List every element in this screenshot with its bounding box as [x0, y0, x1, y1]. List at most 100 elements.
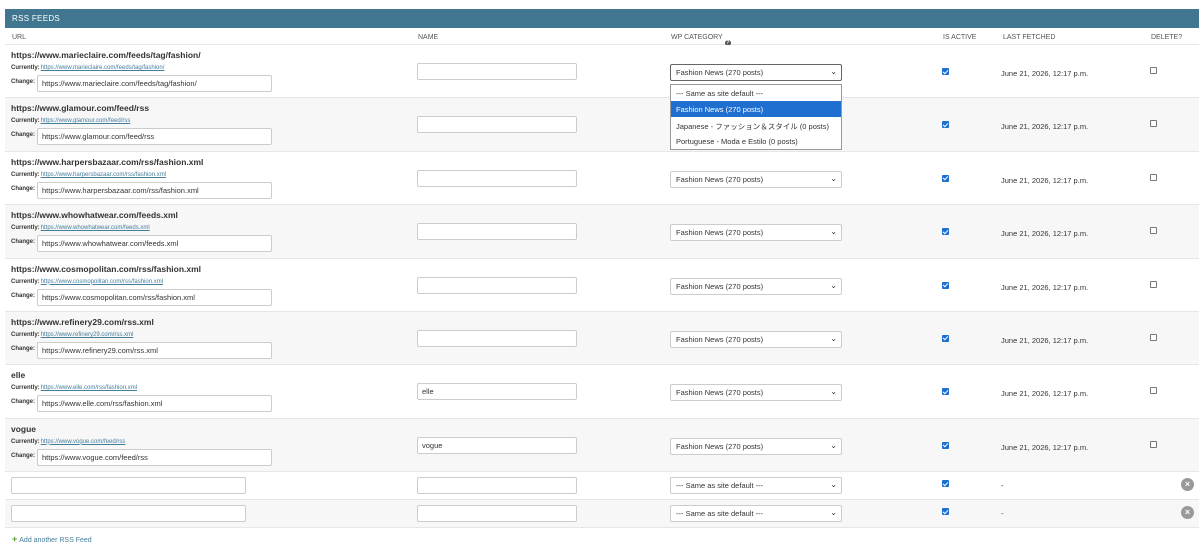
name-input[interactable] — [417, 63, 577, 80]
currently-label: Currently: — [11, 438, 40, 445]
wp-category-select[interactable]: Fashion News (270 posts) ⌄ — [670, 170, 842, 188]
delete-checkbox[interactable] — [1150, 280, 1157, 288]
delete-checkbox[interactable] — [1150, 120, 1157, 128]
feed-title: https://www.refinery29.com/rss.xml — [11, 316, 154, 327]
last-fetched: June 21, 2026, 12:17 p.m. — [1001, 389, 1089, 399]
delete-checkbox[interactable] — [1150, 173, 1157, 181]
feed-title: https://www.marieclaire.com/feeds/tag/fa… — [11, 50, 201, 60]
wp-category-select[interactable]: Fashion News (270 posts) ⌄ — [670, 384, 842, 402]
delete-checkbox[interactable] — [1150, 67, 1157, 74]
url-input[interactable] — [11, 505, 246, 523]
wp-category-select[interactable]: --- Same as site default --- ⌄ — [670, 477, 842, 495]
dropdown-option[interactable]: Portuguese - Moda e Estilo (0 posts) — [671, 133, 841, 149]
currently-link[interactable]: https://www.whowhatwear.com/feeds.xml — [41, 225, 150, 231]
is-active-checkbox[interactable] — [942, 388, 949, 396]
last-fetched: June 21, 2026, 12:17 p.m. — [1001, 229, 1089, 239]
currently-line: Currently:https://www.elle.com/rss/fashi… — [11, 385, 137, 391]
name-input[interactable] — [417, 477, 577, 495]
url-change-input[interactable]: https://www.vogue.com/feed/rss — [37, 448, 272, 466]
name-input[interactable] — [417, 505, 577, 523]
table-row: https://www.whowhatwear.com/feeds.xml Cur… — [5, 205, 1199, 259]
is-active-checkbox[interactable] — [942, 121, 949, 129]
is-active-checkbox[interactable] — [942, 281, 949, 289]
wp-category-select[interactable]: Fashion News (270 posts) ⌄ — [670, 437, 842, 455]
is-active-checkbox[interactable] — [942, 174, 949, 182]
is-active-checkbox[interactable] — [942, 508, 949, 516]
chevron-down-icon: ⌄ — [830, 227, 837, 237]
is-active-checkbox[interactable] — [942, 228, 949, 236]
is-active-checkbox[interactable] — [942, 441, 949, 449]
delete-checkbox[interactable] — [1150, 227, 1157, 235]
currently-link[interactable]: https://www.marieclaire.com/feeds/tag/fa… — [41, 65, 165, 71]
url-change-input[interactable]: https://www.harpersbazaar.com/rss/fashio… — [37, 181, 272, 199]
select-value: Fashion News (270 posts) — [676, 388, 764, 398]
name-input[interactable] — [417, 169, 577, 187]
is-active-checkbox[interactable] — [942, 334, 949, 342]
wp-category-select[interactable]: --- Same as site default --- ⌄ — [670, 505, 842, 523]
delete-checkbox[interactable] — [1150, 440, 1157, 448]
add-row: + Add another RSS Feed — [5, 528, 1199, 548]
currently-line: Currently:https://www.vogue.com/feed/rss — [11, 439, 125, 445]
change-label: Change: — [11, 292, 35, 299]
dropdown-option[interactable]: Fashion News (270 posts) — [671, 101, 841, 117]
currently-link[interactable]: https://www.glamour.com/feed/rss — [41, 118, 131, 124]
add-another-rss-feed-link[interactable]: + Add another RSS Feed — [12, 534, 92, 544]
table-row: https://www.harpersbazaar.com/rss/fashio… — [5, 151, 1199, 206]
currently-line: Currently:https://www.whowhatwear.com/fe… — [11, 225, 150, 231]
url-change-input[interactable]: https://www.cosmopolitan.com/rss/fashion… — [37, 288, 272, 306]
currently-line: Currently:https://www.cosmopolitan.com/r… — [11, 279, 163, 285]
delete-checkbox[interactable] — [1150, 387, 1157, 395]
is-active-checkbox[interactable] — [942, 68, 949, 75]
change-label: Change: — [11, 79, 35, 85]
name-input[interactable] — [417, 276, 577, 294]
is-active-checkbox[interactable] — [942, 480, 949, 488]
feed-title: https://www.glamour.com/feed/rss — [11, 103, 150, 114]
url-input[interactable] — [11, 477, 246, 495]
currently-label: Currently: — [11, 171, 40, 178]
currently-label: Currently: — [11, 385, 40, 392]
name-input[interactable]: vogue — [417, 436, 577, 454]
currently-line: Currently:https://www.marieclaire.com/fe… — [11, 65, 164, 71]
change-label: Change: — [11, 452, 35, 459]
feed-title: elle — [11, 370, 26, 381]
currently-label: Currently: — [11, 278, 40, 285]
remove-x-icon[interactable]: × — [1181, 506, 1194, 520]
url-change-input[interactable]: https://www.whowhatwear.com/feeds.xml — [37, 235, 272, 253]
name-input[interactable]: elle — [417, 383, 577, 401]
wp-category-select[interactable]: Fashion News (270 posts) ⌄ — [670, 224, 842, 242]
remove-x-icon[interactable]: × — [1181, 478, 1194, 492]
url-change-input[interactable]: https://www.marieclaire.com/feeds/tag/fa… — [37, 75, 272, 92]
last-fetched: June 21, 2026, 12:17 p.m. — [1001, 335, 1089, 345]
name-input[interactable] — [417, 116, 577, 134]
currently-link[interactable]: https://www.elle.com/rss/fashion.xml — [41, 385, 137, 391]
url-change-input[interactable]: https://www.refinery29.com/rss.xml — [37, 341, 272, 359]
select-value: Fashion News (270 posts) — [676, 334, 764, 344]
dropdown-option[interactable]: Japanese - ファッション＆スタイル (0 posts) — [671, 117, 841, 133]
name-input[interactable] — [417, 223, 577, 241]
header-last-fetched: LAST FETCHED — [1003, 34, 1056, 41]
plus-icon: + — [12, 534, 18, 545]
currently-link[interactable]: https://www.vogue.com/feed/rss — [41, 439, 126, 445]
change-label: Change: — [11, 239, 35, 246]
chevron-down-icon: ⌄ — [830, 67, 837, 76]
name-input[interactable] — [417, 329, 577, 347]
currently-link[interactable]: https://www.refinery29.com/rss.xml — [41, 332, 134, 338]
wp-category-select[interactable]: Fashion News (270 posts) ⌄ — [670, 64, 842, 81]
dropdown-option[interactable]: --- Same as site default --- — [671, 85, 841, 101]
table-header: URL NAME WP CATEGORY? IS ACTIVE LAST FET… — [5, 28, 1199, 46]
wp-category-select[interactable]: Fashion News (270 posts) ⌄ — [670, 330, 842, 348]
feed-title: vogue — [11, 423, 37, 434]
delete-checkbox[interactable] — [1150, 333, 1157, 341]
wp-category-select[interactable]: Fashion News (270 posts) ⌄ — [670, 277, 842, 295]
table-row: https://www.cosmopolitan.com/rss/fashion… — [5, 258, 1199, 312]
currently-link[interactable]: https://www.cosmopolitan.com/rss/fashion… — [41, 279, 163, 285]
feed-title: https://www.whowhatwear.com/feeds.xml — [11, 210, 178, 221]
url-change-input[interactable]: https://www.elle.com/rss/fashion.xml — [37, 395, 272, 413]
currently-link[interactable]: https://www.harpersbazaar.com/rss/fashio… — [41, 172, 166, 178]
table-row: --- Same as site default --- ⌄ - × — [5, 472, 1199, 501]
table-row: https://www.marieclaire.com/feeds/tag/fa… — [5, 45, 1199, 99]
last-fetched: June 21, 2026, 12:17 p.m. — [1001, 69, 1089, 78]
url-change-input[interactable]: https://www.glamour.com/feed/rss — [37, 128, 272, 146]
chevron-down-icon: ⌄ — [830, 333, 837, 343]
category-dropdown-list: --- Same as site default --- Fashion News… — [670, 84, 842, 150]
